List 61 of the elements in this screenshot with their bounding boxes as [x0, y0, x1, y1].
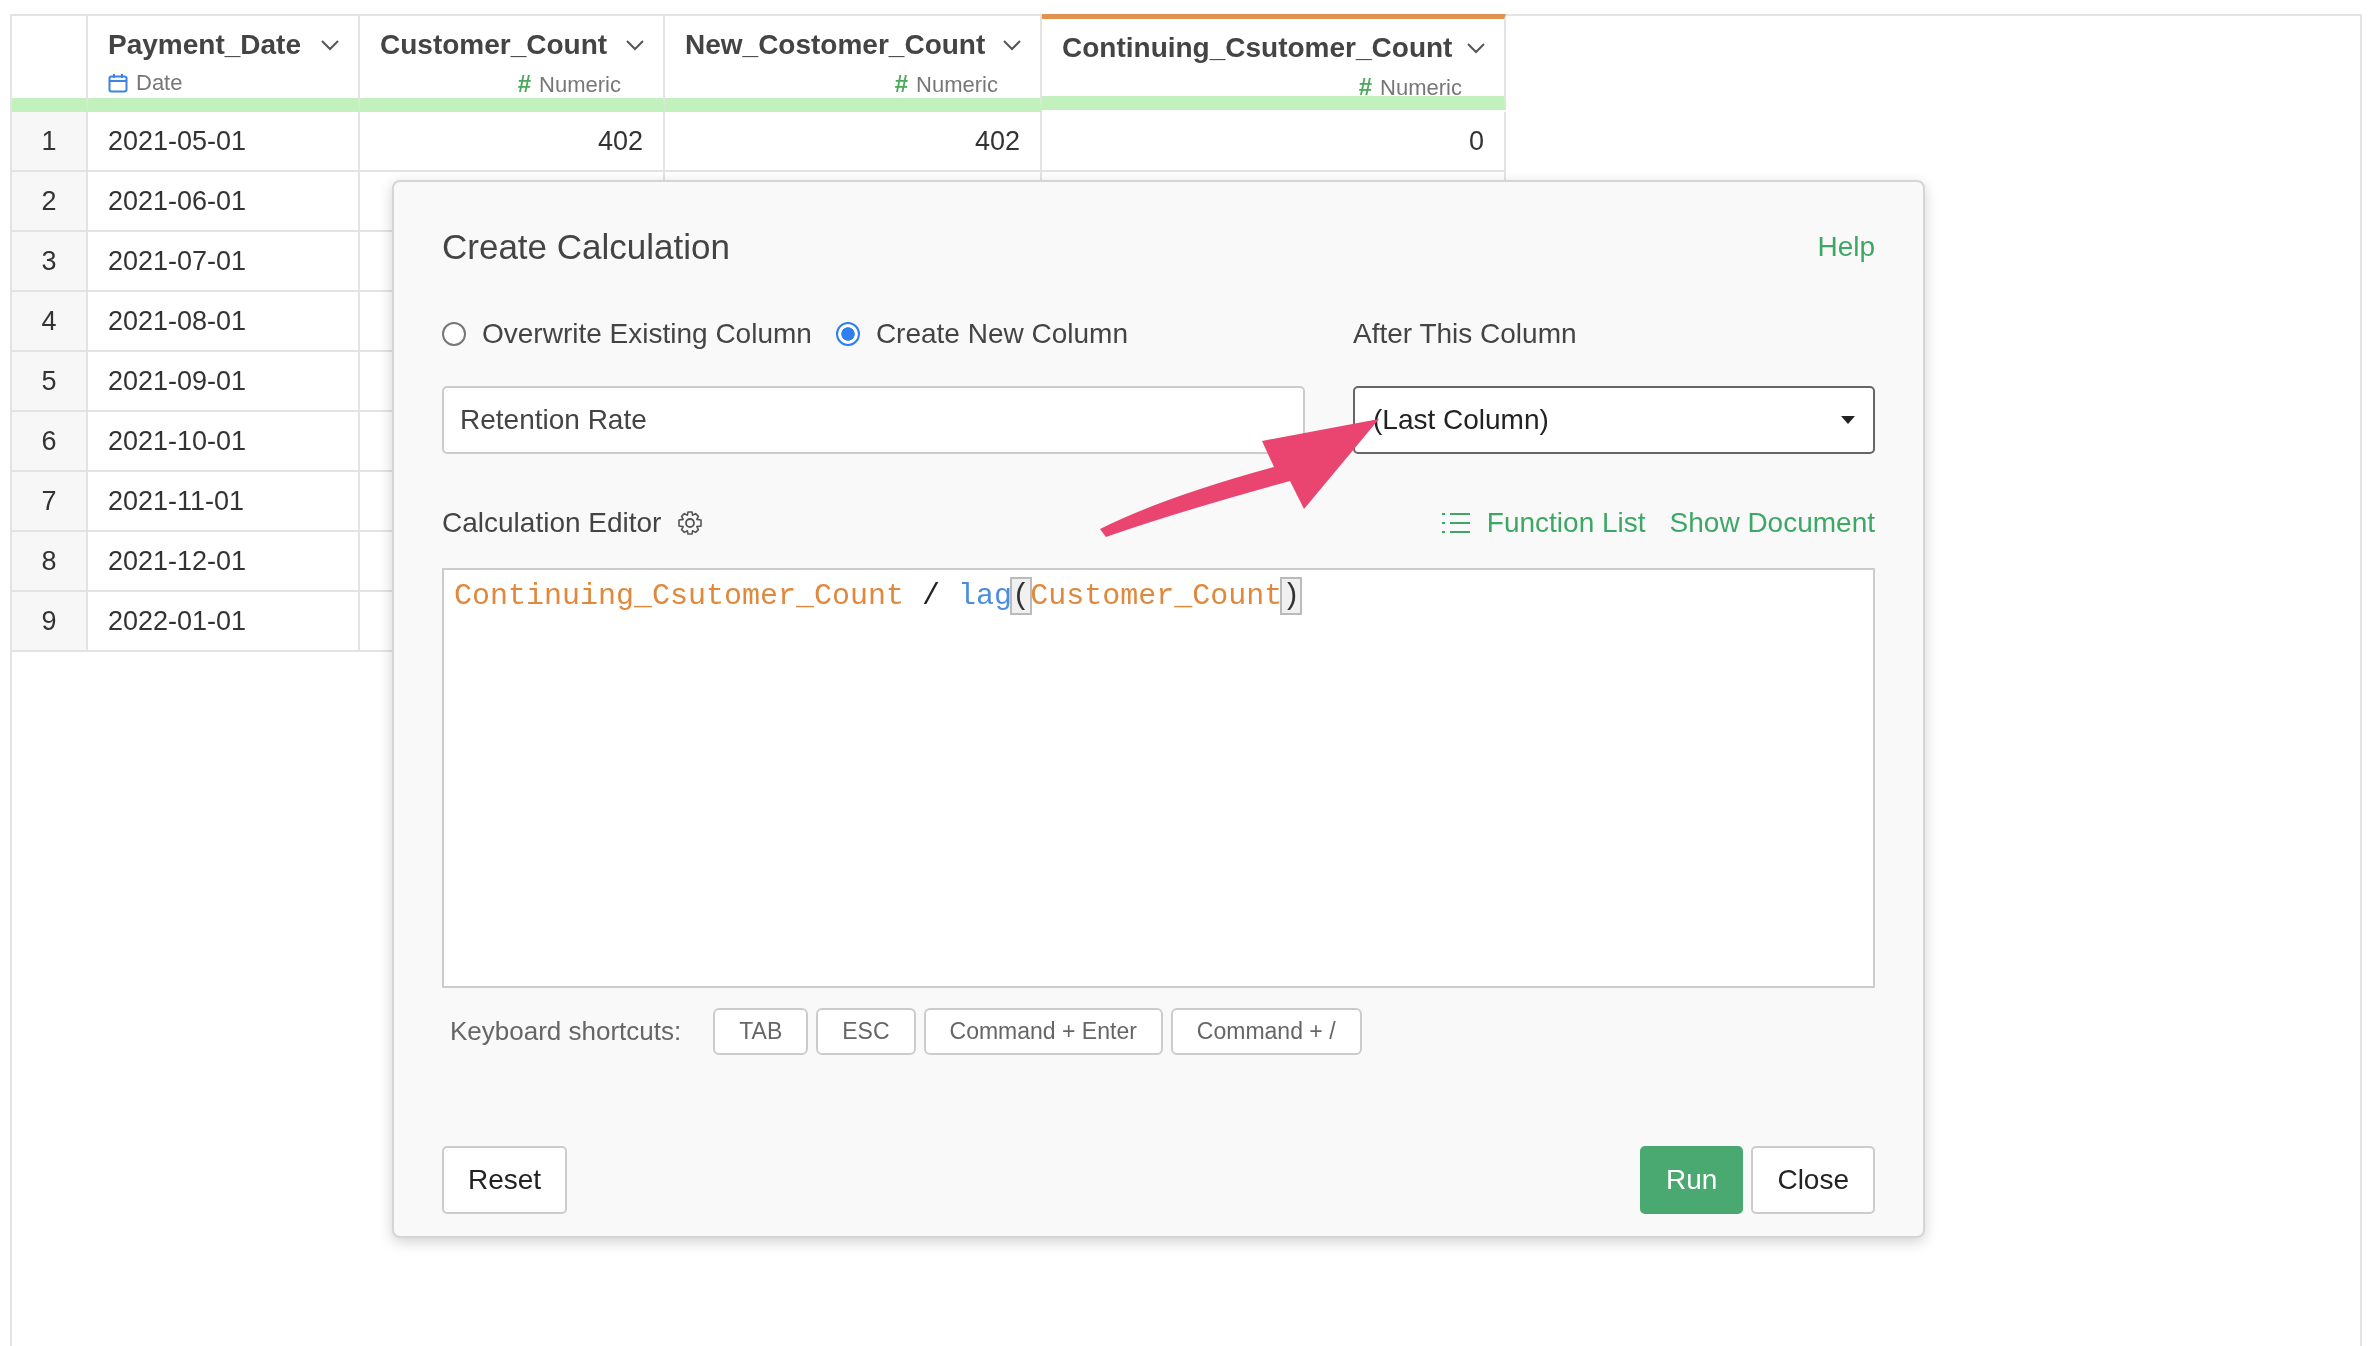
table-cell: 2021-12-01: [88, 532, 360, 592]
table-cell: 2021-11-01: [88, 472, 360, 532]
table-cell: 2021-06-01: [88, 172, 360, 232]
column-dropdown[interactable]: (Last Column): [1353, 386, 1875, 454]
field-label: After This Column: [1353, 317, 1578, 351]
row-number: 9: [12, 592, 88, 652]
row-number: 8: [12, 532, 88, 592]
chevron-down-icon[interactable]: [1002, 39, 1022, 51]
column-name-field[interactable]: Retention Rate: [442, 386, 1305, 454]
column-type: Numeric: [916, 70, 998, 99]
close-button[interactable]: Close: [1751, 1146, 1875, 1214]
radio-option[interactable]: Create New Column: [835, 313, 1128, 355]
key-cap: ESC: [816, 1008, 916, 1055]
column-type: Numeric: [1380, 73, 1462, 102]
table-cell: 2021-05-01: [88, 112, 360, 172]
radio-button[interactable]: [835, 322, 860, 346]
column-name: Continuing_Csutomer_Count: [1062, 31, 1453, 65]
chevron-down-icon[interactable]: [320, 39, 340, 51]
row-number: 2: [12, 172, 88, 232]
column-header[interactable]: Continuing_Csutomer_Count # Numeric: [1042, 14, 1506, 110]
chevron-down-icon[interactable]: [1466, 42, 1486, 54]
radio-option[interactable]: Overwrite Existing Column: [442, 313, 812, 355]
key-cap: TAB: [713, 1008, 809, 1055]
reset-button[interactable]: Reset: [442, 1146, 568, 1214]
row-number: 1: [12, 112, 88, 172]
table-cell: 402: [665, 112, 1042, 172]
column-name: New_Costomer_Count: [685, 28, 986, 62]
column-header[interactable]: Customer_Count # Numeric: [360, 16, 665, 112]
dialog-title: Create Calculation: [442, 226, 730, 268]
column-type: Date: [136, 69, 183, 97]
row-number: 6: [12, 412, 88, 472]
chevron-down-icon[interactable]: [625, 39, 645, 51]
key-cap: Command + Enter: [923, 1008, 1163, 1055]
calendar-icon: [108, 72, 128, 93]
editor-label: Calculation Editor: [442, 506, 662, 540]
table-cell: 2021-09-01: [88, 352, 360, 412]
column-header[interactable]: Payment_Date Date: [88, 16, 360, 112]
row-number: 3: [12, 232, 88, 292]
column-name: Payment_Date: [108, 28, 301, 62]
key-cap: Command + /: [1170, 1008, 1362, 1055]
caret-icon: [1841, 416, 1855, 424]
column-type: Numeric: [539, 70, 621, 99]
table-cell: 0: [1042, 112, 1506, 172]
column-header[interactable]: New_Costomer_Count # Numeric: [665, 16, 1042, 112]
table-cell: 2021-10-01: [88, 412, 360, 472]
row-number: 4: [12, 292, 88, 352]
table-cell: 2021-08-01: [88, 292, 360, 352]
code-editor[interactable]: Continuing_Csutomer_Count / lag(Customer_Count): [442, 568, 1875, 988]
hash-icon: #: [894, 66, 909, 102]
radio-button[interactable]: [442, 322, 466, 346]
table-cell: 402: [360, 112, 665, 172]
table-cell: 2021-07-01: [88, 232, 360, 292]
table-cell: 2022-01-01: [88, 592, 360, 652]
settings-icon[interactable]: [677, 510, 704, 536]
row-number: 5: [12, 352, 88, 412]
shortcuts-label: Keyboard shortcuts:: [450, 1014, 682, 1048]
row-number: 7: [12, 472, 88, 532]
list-icon: [1440, 512, 1471, 534]
column-name: Customer_Count: [380, 28, 608, 62]
hash-icon: #: [1358, 69, 1373, 105]
hash-icon: #: [517, 66, 532, 102]
